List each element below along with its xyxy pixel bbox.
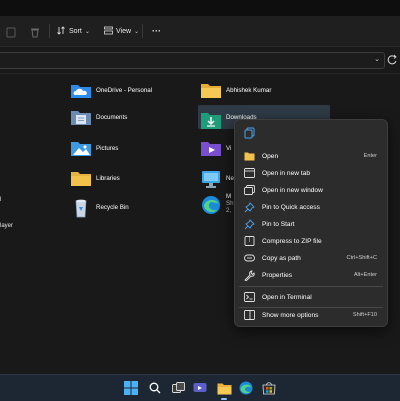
view-icon — [104, 26, 113, 37]
chevron-down-icon: ⌄ — [84, 28, 90, 35]
menu-item-properties[interactable]: Properties Alt+Enter — [239, 267, 383, 283]
copy-path-icon — [243, 252, 255, 264]
command-bar: Sort ⌄ View ⌄ ··· — [0, 16, 400, 47]
chevron-down-icon: ⌄ — [134, 28, 140, 35]
menu-item-label: Open — [262, 152, 279, 160]
list-item-recycle-bin[interactable]: Recycle Bin — [70, 195, 129, 219]
menu-item-open-in-new-window[interactable]: Open in new window — [239, 182, 383, 198]
recycle-bin-icon — [70, 198, 92, 218]
sort-icon — [57, 25, 66, 37]
menu-item-label: Copy as path — [262, 254, 301, 262]
terminal-icon — [243, 291, 255, 303]
menu-item-label: Open in Terminal — [262, 293, 312, 301]
taskbar — [0, 374, 400, 401]
nav-item-fragment[interactable]: layer — [0, 223, 13, 229]
title-bar — [0, 0, 400, 16]
menu-item-copy-as-path[interactable]: Copy as path Ctrl+Shift+C — [239, 250, 383, 266]
menu-item-show-more-options[interactable]: Show more options Shift+F10 — [239, 307, 383, 323]
list-item-onedrive[interactable]: OneDrive - Personal — [70, 78, 152, 102]
menu-item-label: Show more options — [262, 311, 319, 319]
copy-icon[interactable] — [243, 126, 257, 140]
menu-item-label: Pin to Quick access — [262, 203, 320, 211]
menu-item-shortcut: Alt+Enter — [353, 272, 377, 278]
menu-item-pin-to-start[interactable]: Pin to Start — [239, 216, 383, 232]
pin-icon — [243, 218, 255, 230]
downloads-folder-icon — [200, 108, 222, 129]
menu-item-shortcut: Ctrl+Shift+C — [346, 255, 377, 261]
menu-item-label: Pin to Start — [262, 220, 295, 228]
pictures-folder-icon — [70, 139, 92, 157]
delete-icon[interactable] — [30, 25, 40, 38]
edge-icon — [200, 193, 222, 217]
toolbar-divider — [142, 24, 143, 38]
chevron-down-icon[interactable]: ⌄ — [374, 55, 380, 63]
item-label: Documents — [96, 113, 128, 121]
sort-label: Sort — [69, 27, 82, 35]
item-label: Abhishek Kumar — [226, 86, 272, 94]
folder-icon — [200, 81, 222, 99]
item-subtitle: 2, — [226, 207, 232, 214]
libraries-folder-icon — [70, 169, 92, 187]
videos-folder-icon — [200, 139, 222, 157]
address-bar-area: ⌄ — [0, 47, 400, 74]
menu-item-open-in-new-tab[interactable]: Open in new tab — [239, 165, 383, 181]
network-icon — [200, 169, 222, 188]
list-item-videos[interactable]: Vi — [200, 136, 231, 160]
menu-item-open[interactable]: Open Enter — [239, 148, 383, 164]
item-subtitle: Sh — [226, 200, 234, 207]
start-icon[interactable] — [123, 380, 139, 396]
menu-item-label: Open in new window — [262, 186, 323, 194]
item-label: Recycle Bin — [96, 203, 129, 211]
task-view-icon[interactable] — [170, 380, 186, 396]
menu-item-pin-to-quick-access[interactable]: Pin to Quick access — [239, 199, 383, 215]
zip-icon — [243, 235, 255, 247]
menu-item-open-in-terminal[interactable]: Open in Terminal — [239, 289, 383, 305]
chat-icon[interactable] — [192, 380, 208, 396]
context-menu: Open Enter Open in new tab Open in new w… — [234, 119, 388, 327]
search-icon[interactable] — [147, 380, 163, 396]
onedrive-folder-icon — [70, 81, 92, 99]
menu-divider — [239, 286, 383, 287]
edge-icon[interactable] — [238, 380, 254, 396]
documents-folder-icon — [70, 108, 92, 126]
list-item-pictures[interactable]: Pictures — [70, 136, 118, 160]
view-button[interactable]: View ⌄ — [104, 22, 139, 40]
refresh-icon[interactable] — [386, 52, 400, 69]
more-options-icon — [243, 309, 255, 321]
item-label: M — [226, 193, 232, 200]
menu-item-label: Properties — [262, 271, 293, 279]
item-label: Vi — [226, 144, 232, 152]
view-label: View — [116, 27, 132, 35]
properties-icon — [243, 269, 255, 281]
list-item-libraries[interactable]: Libraries — [70, 166, 120, 190]
item-label: Libraries — [96, 174, 120, 182]
open-icon — [243, 150, 255, 162]
new-tab-icon — [243, 167, 255, 179]
more-label: ··· — [152, 26, 161, 36]
sort-button[interactable]: Sort ⌄ — [57, 22, 90, 40]
menu-item-shortcut: Enter — [363, 153, 377, 159]
rename-icon[interactable] — [6, 25, 16, 38]
file-explorer-icon[interactable] — [216, 380, 232, 396]
nav-item-fragment[interactable]: l — [0, 197, 1, 203]
toolbar-divider — [49, 24, 50, 38]
list-item-abhishek-kumar[interactable]: Abhishek Kumar — [200, 78, 271, 102]
store-icon[interactable] — [261, 380, 277, 396]
new-window-icon — [243, 184, 255, 196]
menu-item-compress-to-zip[interactable]: Compress to ZIP file — [239, 233, 383, 249]
pin-icon — [243, 201, 255, 213]
item-label: OneDrive - Personal — [96, 86, 153, 94]
list-item-network[interactable]: Ne — [200, 166, 234, 190]
item-label: Ne — [226, 174, 234, 182]
menu-item-label: Open in new tab — [262, 169, 311, 177]
menu-item-label: Compress to ZIP file — [262, 237, 322, 245]
item-label: Pictures — [96, 144, 119, 152]
menu-item-shortcut: Shift+F10 — [352, 312, 377, 318]
more-options-button[interactable]: ··· — [152, 22, 161, 40]
list-item-edge[interactable]: M Sh 2, — [200, 193, 234, 223]
address-bar[interactable]: ⌄ — [0, 52, 385, 69]
list-item-documents[interactable]: Documents — [70, 105, 127, 129]
